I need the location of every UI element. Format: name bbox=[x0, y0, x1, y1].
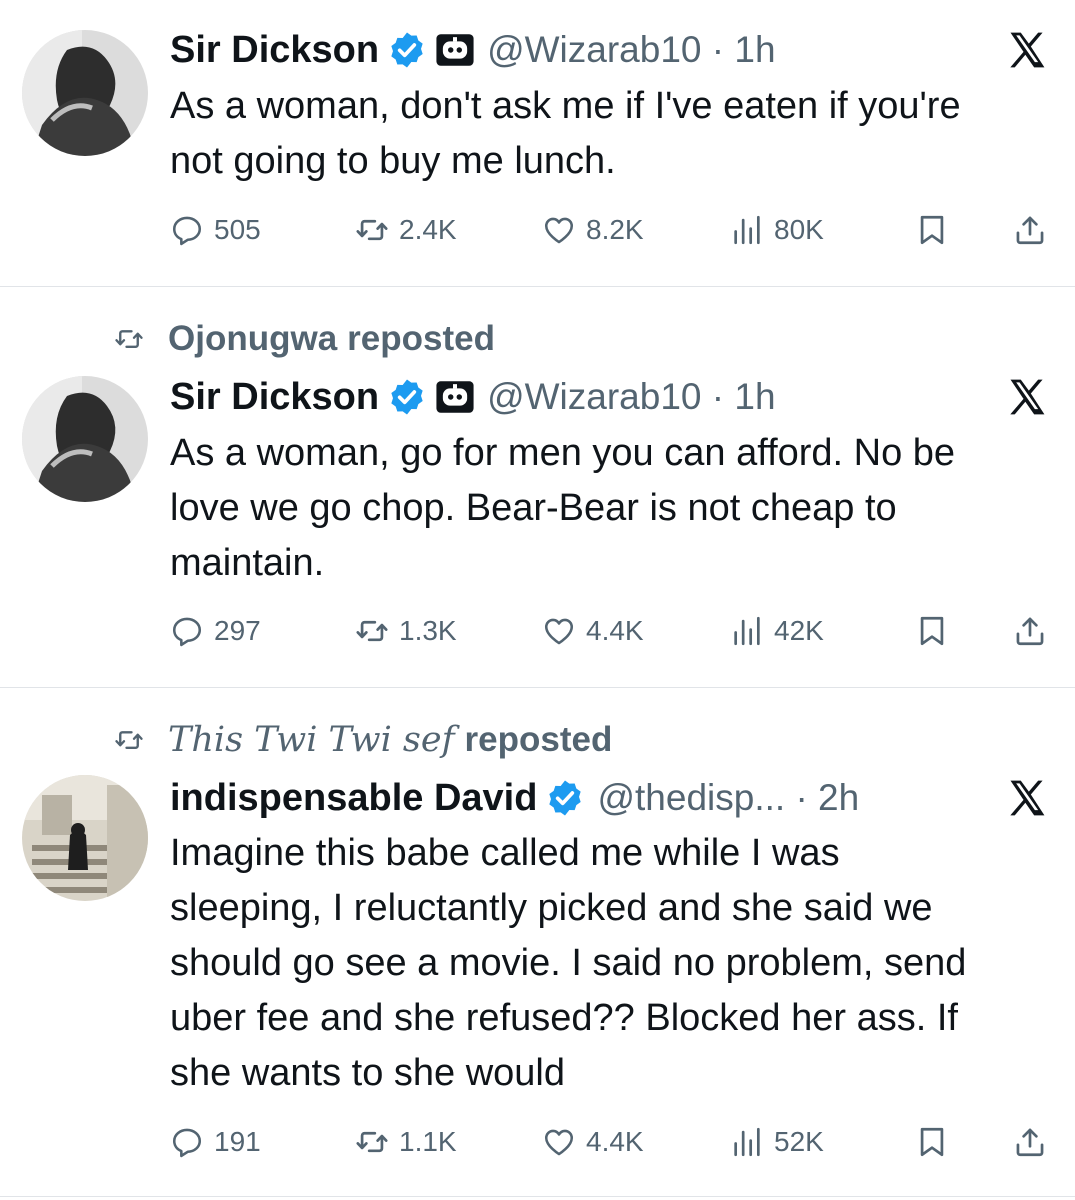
reply-button[interactable]: 505 bbox=[170, 208, 261, 252]
reply-icon bbox=[170, 614, 204, 648]
verified-badge-icon bbox=[387, 30, 427, 70]
views-icon bbox=[730, 614, 764, 648]
views-button[interactable]: 80K bbox=[730, 208, 824, 252]
author-name[interactable]: indispensable David bbox=[170, 777, 537, 820]
like-button[interactable]: 4.4K bbox=[542, 609, 644, 653]
repost-button[interactable]: 1.3K bbox=[355, 609, 457, 653]
repost-suffix: reposted bbox=[347, 319, 495, 358]
avatar[interactable] bbox=[22, 376, 148, 502]
share-button[interactable] bbox=[1013, 609, 1047, 653]
repost-count: 2.4K bbox=[399, 214, 457, 245]
repost-icon bbox=[355, 213, 389, 247]
avatar[interactable] bbox=[22, 30, 148, 156]
tweet-card[interactable]: Ojonugwa reposted Sir Dickson @Wizarab10… bbox=[0, 287, 1075, 687]
like-count: 4.4K bbox=[586, 1126, 644, 1157]
author-name[interactable]: Sir Dickson bbox=[170, 29, 379, 72]
tweet-card[interactable]: This Twi Twi sef reposted indispensable … bbox=[0, 688, 1075, 1193]
x-logo-icon bbox=[1005, 28, 1049, 72]
avatar[interactable] bbox=[22, 775, 148, 901]
repost-button[interactable]: 1.1K bbox=[355, 1120, 457, 1164]
reply-count: 191 bbox=[214, 1126, 261, 1157]
tweet-text-line: uber fee and she refused?? Blocked her a… bbox=[170, 997, 958, 1039]
x-logo-icon bbox=[1005, 776, 1049, 820]
author-name[interactable]: Sir Dickson bbox=[170, 376, 379, 419]
views-icon bbox=[730, 1125, 764, 1159]
action-bar: 505 2.4K 8.2K 80K bbox=[170, 208, 1050, 252]
repost-icon bbox=[355, 1125, 389, 1159]
verified-badge-icon bbox=[387, 377, 427, 417]
tweet-text-line: Imagine this babe called me while I was bbox=[170, 832, 840, 874]
reply-icon bbox=[170, 1125, 204, 1159]
repost-context[interactable]: This Twi Twi sef reposted bbox=[108, 720, 612, 760]
views-count: 52K bbox=[774, 1126, 824, 1157]
bookmark-icon bbox=[915, 614, 949, 648]
tweet-card[interactable]: Sir Dickson @Wizarab10 · 1h As a woman, … bbox=[0, 0, 1075, 286]
repost-button[interactable]: 2.4K bbox=[355, 208, 457, 252]
bookmark-button[interactable] bbox=[915, 208, 949, 252]
heart-icon bbox=[542, 1125, 576, 1159]
handle-and-time[interactable]: @thedisp... · 2h bbox=[597, 777, 859, 819]
tweet-text-line: she wants to she would bbox=[170, 1052, 566, 1094]
action-bar: 297 1.3K 4.4K 42K bbox=[170, 609, 1050, 653]
views-icon bbox=[730, 213, 764, 247]
reply-count: 505 bbox=[214, 214, 261, 245]
repost-by: This Twi Twi sef bbox=[168, 720, 455, 760]
repost-icon bbox=[108, 324, 150, 354]
heart-icon bbox=[542, 213, 576, 247]
reply-button[interactable]: 191 bbox=[170, 1120, 261, 1164]
tweet-text-line: maintain. bbox=[170, 542, 325, 584]
bookmark-button[interactable] bbox=[915, 1120, 949, 1164]
like-button[interactable]: 4.4K bbox=[542, 1120, 644, 1164]
repost-by: Ojonugwa bbox=[168, 319, 338, 358]
share-button[interactable] bbox=[1013, 208, 1047, 252]
repost-context[interactable]: Ojonugwa reposted bbox=[108, 319, 495, 359]
views-count: 80K bbox=[774, 214, 824, 245]
reply-count: 297 bbox=[214, 615, 261, 646]
share-icon bbox=[1013, 1125, 1047, 1159]
like-button[interactable]: 8.2K bbox=[542, 208, 644, 252]
heart-icon bbox=[542, 614, 576, 648]
tweet-text-line: love we go chop. Bear-Bear is not cheap … bbox=[170, 487, 897, 529]
repost-icon bbox=[108, 725, 150, 755]
bookmark-icon bbox=[915, 1125, 949, 1159]
reply-button[interactable]: 297 bbox=[170, 609, 261, 653]
share-icon bbox=[1013, 213, 1047, 247]
share-icon bbox=[1013, 614, 1047, 648]
reply-icon bbox=[170, 213, 204, 247]
bookmark-button[interactable] bbox=[915, 609, 949, 653]
tweet-text-line: sleeping, I reluctantly picked and she s… bbox=[170, 887, 933, 929]
views-button[interactable]: 52K bbox=[730, 1120, 824, 1164]
tweet-text-line: not going to buy me lunch. bbox=[170, 140, 616, 182]
repost-icon bbox=[355, 614, 389, 648]
like-count: 8.2K bbox=[586, 214, 644, 245]
views-count: 42K bbox=[774, 615, 824, 646]
tweet-text: As a woman, don't ask me if I've eaten i… bbox=[170, 79, 1060, 189]
action-bar: 191 1.1K 4.4K 52K bbox=[170, 1120, 1050, 1164]
handle-and-time[interactable]: @Wizarab10 · 1h bbox=[487, 29, 775, 71]
x-logo-icon bbox=[1005, 375, 1049, 419]
tweet-text: Imagine this babe called me while I was … bbox=[170, 826, 1060, 1101]
tweet-text: As a woman, go for men you can afford. N… bbox=[170, 426, 1060, 591]
robot-badge-icon bbox=[435, 379, 475, 415]
divider bbox=[0, 1196, 1075, 1197]
share-button[interactable] bbox=[1013, 1120, 1047, 1164]
repost-suffix: reposted bbox=[464, 720, 613, 759]
robot-badge-icon bbox=[435, 32, 475, 68]
tweet-text-line: should go see a movie. I said no problem… bbox=[170, 942, 967, 984]
tweet-text-line: As a woman, go for men you can afford. N… bbox=[170, 432, 956, 474]
repost-count: 1.1K bbox=[399, 1126, 457, 1157]
like-count: 4.4K bbox=[586, 615, 644, 646]
views-button[interactable]: 42K bbox=[730, 609, 824, 653]
bookmark-icon bbox=[915, 213, 949, 247]
verified-badge-icon bbox=[545, 778, 585, 818]
handle-and-time[interactable]: @Wizarab10 · 1h bbox=[487, 376, 775, 418]
repost-count: 1.3K bbox=[399, 615, 457, 646]
tweet-text-line: As a woman, don't ask me if I've eaten i… bbox=[170, 85, 961, 127]
